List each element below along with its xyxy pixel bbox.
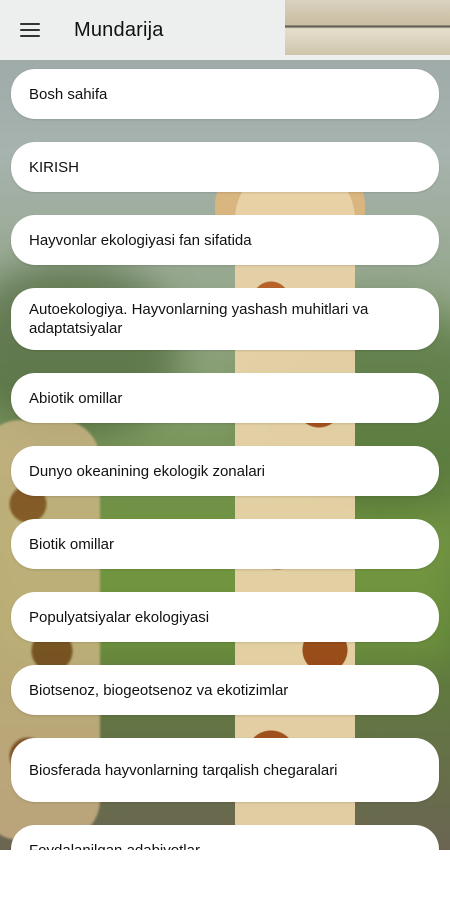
hamburger-menu-icon [20,23,40,37]
list-item-kirish[interactable]: KIRISH [11,142,439,192]
list-item-label: Populyatsiyalar ekologiyasi [29,608,210,626]
list-item-label: Bosh sahifa [29,85,108,103]
list-item-dunyo-okeanining[interactable]: Dunyo okeanining ekologik zonalari [11,446,439,496]
list-item-biotik-omillar[interactable]: Biotik omillar [11,519,439,569]
list-item-biosferada[interactable]: Biosferada hayvonlarning tarqalish chega… [11,738,439,802]
list-item-bosh-sahifa[interactable]: Bosh sahifa [11,69,439,119]
list-item-biotsenoz[interactable]: Biotsenoz, biogeotsenoz va ekotizimlar [11,665,439,715]
list-item-label: Biotsenoz, biogeotsenoz va ekotizimlar [29,681,289,699]
list-item-autoekologiya[interactable]: Autoekologiya. Hayvonlarning yashash muh… [11,288,439,350]
menu-button[interactable] [0,0,60,60]
list-item-label: Foydalanilgan adabiyotlar [29,841,200,851]
list-item-hayvonlar-ekologiyasi[interactable]: Hayvonlar ekologiyasi fan sifatida [11,215,439,265]
books-image [285,0,450,55]
contents-list: Bosh sahifa KIRISH Hayvonlar ekologiyasi… [0,65,450,850]
list-item-label: Biotik omillar [29,535,115,553]
list-item-label: Hayvonlar ekologiyasi fan sifatida [29,231,252,249]
list-item-label: Biosferada hayvonlarning tarqalish chega… [29,761,338,779]
list-item-label: KIRISH [29,158,80,176]
bottom-blank-area [0,850,450,900]
list-item-label: Dunyo okeanining ekologik zonalari [29,462,265,480]
list-item-abiotik-omillar[interactable]: Abiotik omillar [11,373,439,423]
list-item-populyatsiyalar[interactable]: Populyatsiyalar ekologiyasi [11,592,439,642]
page-title: Mundarija [74,18,164,41]
list-item-label: Autoekologiya. Hayvonlarning yashash muh… [29,301,369,337]
list-item-label: Abiotik omillar [29,389,123,407]
list-item-foydalanilgan[interactable]: Foydalanilgan adabiyotlar [11,825,439,850]
